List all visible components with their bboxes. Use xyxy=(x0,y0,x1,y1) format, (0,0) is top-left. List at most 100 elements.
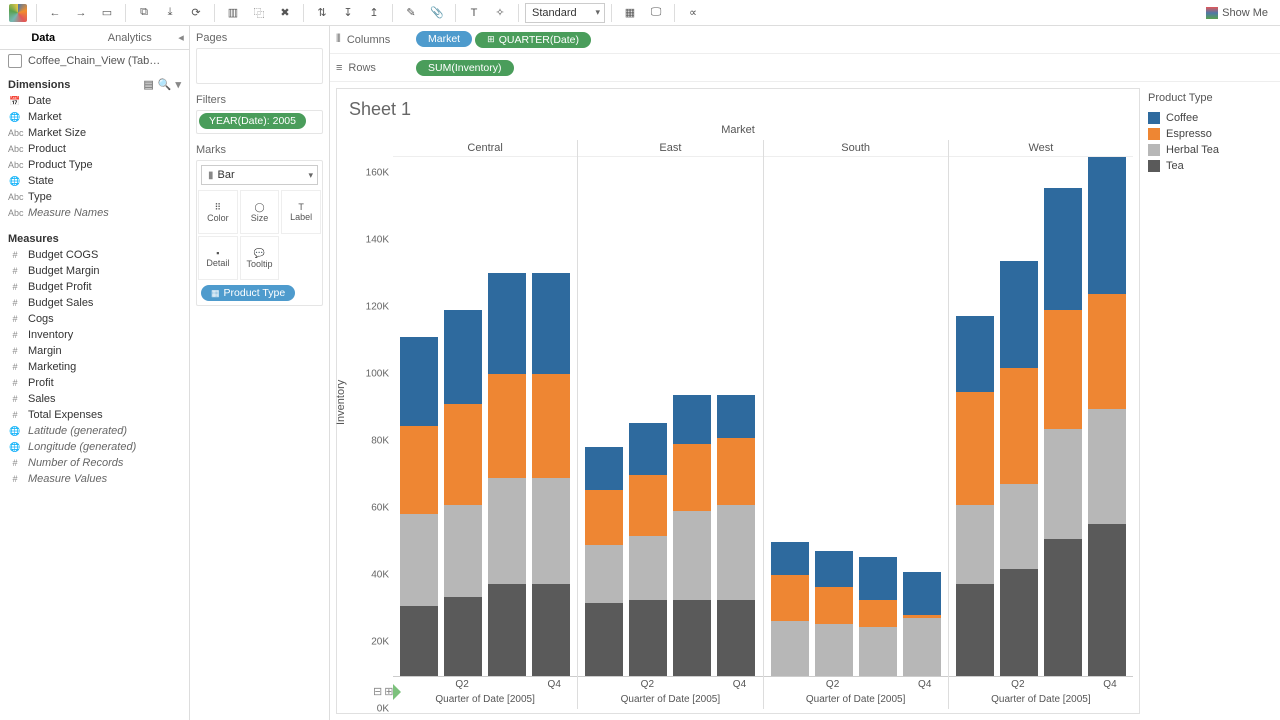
column-pill[interactable]: Market xyxy=(416,31,472,47)
legend-item[interactable]: Herbal Tea xyxy=(1148,142,1272,158)
bar-segment-espresso[interactable] xyxy=(400,426,438,515)
measure-field[interactable]: #Profit xyxy=(4,375,185,391)
mark-label-button[interactable]: TLabel xyxy=(281,190,321,234)
pages-shelf[interactable] xyxy=(196,48,323,84)
bar-segment-coffee[interactable] xyxy=(629,423,667,475)
show-me-button[interactable]: Show Me xyxy=(1200,7,1274,19)
measure-field[interactable]: #Marketing xyxy=(4,359,185,375)
bar-segment-herbal-tea[interactable] xyxy=(903,618,941,676)
bar-segment-espresso[interactable] xyxy=(585,490,623,545)
refresh-icon[interactable]: ⟳ xyxy=(184,2,208,24)
sort-asc-icon[interactable]: ↧ xyxy=(336,2,360,24)
bar-segment-tea[interactable] xyxy=(444,597,482,676)
bar-segment-coffee[interactable] xyxy=(1000,261,1038,368)
stacked-bar[interactable] xyxy=(532,157,570,676)
bar-segment-coffee[interactable] xyxy=(717,395,755,438)
stacked-bar[interactable] xyxy=(903,157,941,676)
bar-segment-herbal-tea[interactable] xyxy=(488,478,526,585)
sort-desc-icon[interactable]: ↥ xyxy=(362,2,386,24)
highlight-icon[interactable]: ✎ xyxy=(399,2,423,24)
measure-field[interactable]: 🌐Latitude (generated) xyxy=(4,423,185,439)
stacked-bar[interactable] xyxy=(488,157,526,676)
measure-field[interactable]: 🌐Longitude (generated) xyxy=(4,439,185,455)
measure-field[interactable]: #Budget Sales xyxy=(4,295,185,311)
bars-area[interactable] xyxy=(578,157,762,677)
bar-segment-coffee[interactable] xyxy=(1044,188,1082,310)
pane-caret-icon[interactable]: ◂ xyxy=(173,26,189,49)
bar-segment-herbal-tea[interactable] xyxy=(673,511,711,600)
bar-segment-herbal-tea[interactable] xyxy=(1044,429,1082,539)
measure-field[interactable]: #Total Expenses xyxy=(4,407,185,423)
mark-color-button[interactable]: ⠿Color xyxy=(198,190,238,234)
bars-area[interactable] xyxy=(949,157,1133,677)
new-worksheet-icon[interactable]: ▥ xyxy=(221,2,245,24)
bar-segment-coffee[interactable] xyxy=(903,572,941,615)
measure-field[interactable]: #Measure Values xyxy=(4,471,185,487)
bar-segment-espresso[interactable] xyxy=(444,404,482,505)
tab-analytics[interactable]: Analytics xyxy=(87,26,174,49)
bar-segment-herbal-tea[interactable] xyxy=(859,627,897,676)
stacked-bar[interactable] xyxy=(1044,157,1082,676)
dimension-field[interactable]: AbcProduct Type xyxy=(4,157,185,173)
bar-segment-herbal-tea[interactable] xyxy=(629,536,667,600)
bar-segment-herbal-tea[interactable] xyxy=(717,505,755,600)
stacked-bar[interactable] xyxy=(400,157,438,676)
stacked-bar[interactable] xyxy=(585,157,623,676)
stacked-bar[interactable] xyxy=(771,157,809,676)
bar-segment-herbal-tea[interactable] xyxy=(532,478,570,585)
back-icon[interactable]: ← xyxy=(43,2,67,24)
sheet-title[interactable]: Sheet 1 xyxy=(337,89,1139,120)
bar-segment-coffee[interactable] xyxy=(771,542,809,576)
bar-segment-coffee[interactable] xyxy=(532,273,570,374)
bar-segment-herbal-tea[interactable] xyxy=(444,505,482,597)
bar-segment-herbal-tea[interactable] xyxy=(585,545,623,603)
swap-icon[interactable]: ⇅ xyxy=(310,2,334,24)
measure-field[interactable]: #Sales xyxy=(4,391,185,407)
bar-segment-herbal-tea[interactable] xyxy=(1000,484,1038,569)
text-icon[interactable]: T xyxy=(462,2,486,24)
dimension-field[interactable]: 🌐State xyxy=(4,173,185,189)
bar-segment-coffee[interactable] xyxy=(488,273,526,374)
color-pill-product-type[interactable]: Product Type xyxy=(201,285,295,301)
logo-icon[interactable] xyxy=(6,2,30,24)
bar-segment-herbal-tea[interactable] xyxy=(400,514,438,606)
bars-area[interactable]: ⊟⊞ xyxy=(393,157,577,677)
bar-segment-tea[interactable] xyxy=(673,600,711,676)
legend-item[interactable]: Tea xyxy=(1148,158,1272,174)
stacked-bar[interactable] xyxy=(1000,157,1038,676)
datasource-row[interactable]: Coffee_Chain_View (Tab… xyxy=(0,50,189,72)
measure-field[interactable]: #Margin xyxy=(4,343,185,359)
mark-size-button[interactable]: ◯Size xyxy=(240,190,280,234)
bar-segment-coffee[interactable] xyxy=(585,447,623,490)
bar-segment-herbal-tea[interactable] xyxy=(815,624,853,676)
stacked-bar[interactable] xyxy=(956,157,994,676)
bars-area[interactable] xyxy=(764,157,948,677)
bar-segment-espresso[interactable] xyxy=(717,438,755,505)
mark-detail-button[interactable]: ▪Detail xyxy=(198,236,238,280)
columns-shelf[interactable]: ⦀Columns Market QUARTER(Date) xyxy=(330,26,1280,54)
bar-segment-espresso[interactable] xyxy=(673,444,711,511)
bar-segment-tea[interactable] xyxy=(400,606,438,676)
bar-segment-espresso[interactable] xyxy=(532,374,570,478)
row-pill-sum-inventory[interactable]: SUM(Inventory) xyxy=(416,60,514,76)
measure-field[interactable]: #Budget Profit xyxy=(4,279,185,295)
duplicate-icon[interactable]: ⿻ xyxy=(247,2,271,24)
dimension-field[interactable]: 🌐Market xyxy=(4,109,185,125)
stacked-bar[interactable] xyxy=(1088,157,1126,676)
bar-segment-coffee[interactable] xyxy=(1088,157,1126,294)
menu-caret-icon[interactable]: ▾ xyxy=(175,78,181,91)
filter-pill-year[interactable]: YEAR(Date): 2005 xyxy=(199,113,306,129)
stacked-bar[interactable] xyxy=(673,157,711,676)
bar-segment-espresso[interactable] xyxy=(956,392,994,505)
bar-segment-tea[interactable] xyxy=(532,584,570,676)
stacked-bar[interactable] xyxy=(815,157,853,676)
bar-segment-coffee[interactable] xyxy=(400,337,438,426)
pin-icon[interactable]: ✧ xyxy=(488,2,512,24)
mark-type-select[interactable]: Bar xyxy=(201,165,318,185)
bar-segment-tea[interactable] xyxy=(585,603,623,676)
bar-segment-espresso[interactable] xyxy=(771,575,809,621)
bar-segment-espresso[interactable] xyxy=(1044,310,1082,429)
bar-segment-coffee[interactable] xyxy=(859,557,897,600)
dimension-field[interactable]: 📅Date xyxy=(4,93,185,109)
bar-segment-herbal-tea[interactable] xyxy=(1088,409,1126,524)
